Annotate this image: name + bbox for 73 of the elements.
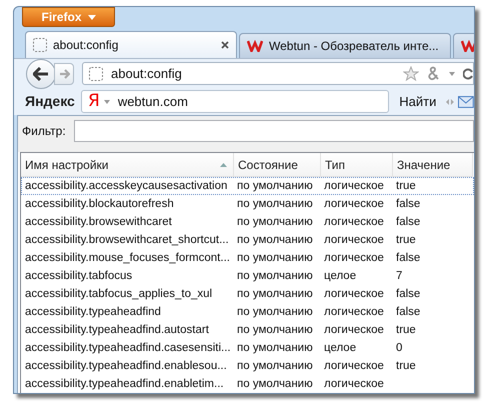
address-text: about:config	[111, 64, 183, 83]
search-field[interactable]: Я webtun.com	[81, 90, 390, 114]
table-cell-text: по умолчанию	[236, 197, 314, 212]
table-cell-text: логическое	[323, 251, 385, 266]
table-cell-text: 7	[395, 269, 404, 284]
table-row[interactable]: accessibility.typeaheadfind.casesensiti... по умолчанию целое 0	[21, 339, 474, 357]
column-header[interactable]: Значение	[393, 153, 473, 177]
table-row[interactable]: accessibility.typeaheadfind.autostart по умолчанию логическое true	[21, 321, 474, 339]
table-row[interactable]: accessibility.blockautorefresh по умолчанию логическое false	[21, 195, 474, 213]
table-cell-text: логическое	[323, 323, 385, 338]
table-cell-text: логическое	[323, 359, 385, 374]
table-cell-text: accessibility.mouse_focuses_formcont...	[24, 251, 231, 266]
yandex-brand-menu[interactable]: Яндекс	[25, 91, 77, 112]
search-text: webtun.com	[118, 93, 188, 112]
table-cell-text: логическое	[323, 305, 385, 320]
table-cell-text: accessibility.browsewithcaret	[24, 215, 173, 230]
table-cell-text: логическое	[323, 215, 385, 230]
table-cell-text: по умолчанию	[236, 323, 314, 338]
table-cell-text: false	[395, 251, 422, 266]
table-row[interactable]: accessibility.typeaheadfind по умолчанию логическое false	[21, 303, 474, 321]
table-cell-text: по умолчанию	[236, 233, 314, 248]
table-cell-text: по умолчанию	[236, 377, 314, 392]
browser-tab[interactable]: about:config	[25, 30, 237, 58]
table-row[interactable]: accessibility.typeaheadfind.enablesou... по умолчанию логическое true	[21, 357, 474, 375]
table-cell-text: false	[395, 197, 422, 212]
table-cell-text: accessibility.browsewithcaret_shortcut...	[24, 233, 230, 248]
table-cell-text: true	[395, 359, 417, 374]
browser-tab[interactable]: Webtun - Обозреватель инте...	[239, 32, 451, 58]
table-cell-text: true	[395, 323, 417, 338]
table-cell-text: логическое	[323, 197, 385, 212]
table-cell-text: 0	[395, 341, 404, 356]
table-row[interactable]: accessibility.mouse_focuses_formcont... по умолчанию логическое false	[21, 249, 474, 267]
table-cell-text: accessibility.typeaheadfind	[24, 305, 162, 320]
table-cell-text: логическое	[323, 233, 385, 248]
table-cell-text: целое	[323, 269, 358, 284]
table-cell-text: accessibility.typeaheadfind.casesensiti...	[24, 341, 232, 356]
table-cell-text: целое	[323, 341, 358, 356]
table-cell-text: true	[395, 179, 417, 194]
table-row[interactable]: accessibility.tabfocus_applies_to_xul по умолчанию логическое false	[21, 285, 474, 303]
table-cell-text: по умолчанию	[236, 359, 314, 374]
address-field[interactable]: about:config	[82, 62, 474, 86]
table-cell-text: false	[395, 305, 422, 320]
table-row[interactable]: accessibility.tabfocus по умолчанию целое 7	[21, 267, 474, 285]
table-row[interactable]: accessibility.accesskeycausesactivation по умолчанию логическое true	[21, 177, 474, 195]
yandex-logo-icon: Я	[88, 89, 100, 115]
filter-label: Фильтр:	[22, 123, 67, 140]
table-cell-text: false	[395, 287, 422, 302]
table-cell-text: accessibility.typeaheadfind.enablesou...	[24, 359, 228, 374]
table-cell-text: по умолчанию	[236, 251, 314, 266]
table-row[interactable]: accessibility.browsewithcaret по умолчанию логическое false	[21, 213, 474, 231]
column-header[interactable]: Тип	[321, 153, 393, 177]
table-cell-text: accessibility.typeaheadfind.enabletim...	[24, 377, 225, 392]
table-row[interactable]: accessibility.typeaheadfind.enabletim... по умолчанию логическое	[21, 375, 474, 393]
table-cell-text: по умолчанию	[236, 341, 314, 356]
table-cell-text: по умолчанию	[236, 179, 314, 194]
table-cell-text: false	[395, 215, 422, 230]
table-cell-text: логическое	[323, 287, 385, 302]
column-header[interactable]: Имя настройки	[21, 153, 234, 177]
table-cell-text: accessibility.accesskeycausesactivation	[24, 179, 228, 194]
table-cell-text: логическое	[323, 377, 385, 392]
table-cell-text: логическое	[323, 179, 385, 194]
table-cell-text: accessibility.tabfocus	[24, 269, 134, 284]
table-cell-text: accessibility.typeaheadfind.autostart	[24, 323, 210, 338]
table-cell-text: по умолчанию	[236, 305, 314, 320]
table-cell-text: по умолчанию	[236, 215, 314, 230]
find-button[interactable]: Найти	[393, 90, 442, 114]
table-cell-text: accessibility.tabfocus_applies_to_xul	[24, 287, 214, 302]
table-row[interactable]: accessibility.browsewithcaret_shortcut... по умолчанию логическое true	[21, 231, 474, 249]
column-header[interactable]: Состояние	[234, 153, 321, 177]
table-cell-text: true	[395, 233, 417, 248]
table-cell-text: accessibility.blockautorefresh	[24, 197, 175, 212]
table-cell-text: по умолчанию	[236, 269, 314, 284]
table-cell-text: по умолчанию	[236, 287, 314, 302]
